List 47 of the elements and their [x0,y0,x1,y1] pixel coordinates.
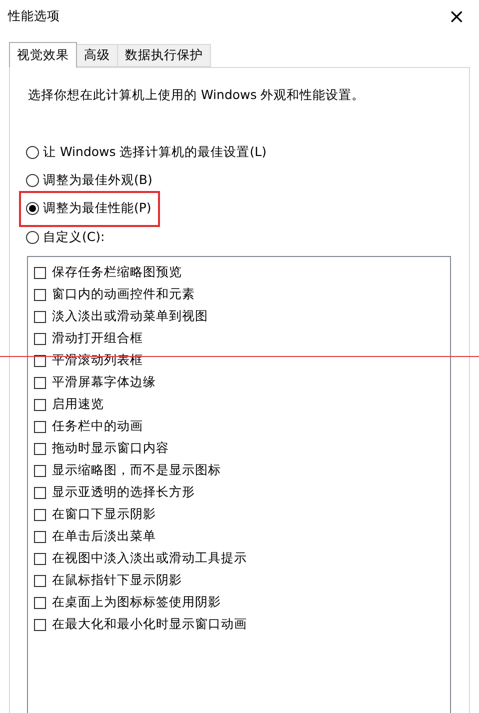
checkbox-option[interactable]: 显示亚透明的选择长方形 [34,482,450,504]
checkbox[interactable] [34,508,46,521]
checkbox-option[interactable]: 在最大化和最小化时显示窗口动画 [34,614,450,636]
checkbox[interactable] [34,354,46,367]
checkbox[interactable] [34,464,46,477]
checkbox-option[interactable]: 平滑屏幕字体边缘 [34,372,450,394]
checkbox[interactable] [34,552,46,565]
checkbox-option[interactable]: 滑动打开组合框 [34,328,450,350]
checkbox-option[interactable]: 任务栏中的动画 [34,416,450,438]
tab[interactable]: 数据执行保护 [117,44,211,67]
checkbox[interactable] [34,266,46,279]
checkbox-option[interactable]: 拖动时显示窗口内容 [34,438,450,460]
checkbox-option[interactable]: 在窗口下显示阴影 [34,504,450,526]
checkbox-option[interactable]: 启用速览 [34,394,450,416]
checkbox-option[interactable]: 淡入淡出或滑动菜单到视图 [34,306,450,328]
checkbox[interactable] [34,310,46,323]
checkbox[interactable] [34,420,46,433]
radio-option[interactable]: 自定义(C): [26,228,105,247]
checkbox[interactable] [34,376,46,389]
radio-button[interactable] [26,202,39,216]
checkbox[interactable] [34,486,46,499]
checkbox[interactable] [34,288,46,301]
checkbox[interactable] [34,596,46,609]
close-button[interactable]: × [444,6,469,26]
checkbox[interactable] [34,574,46,587]
radio-button[interactable] [26,146,39,159]
window-title: 性能选项 [8,6,60,25]
tab[interactable]: 高级 [76,44,118,67]
tab[interactable]: 视觉效果 [9,42,77,68]
checkbox-option[interactable]: 保存任务栏缩略图预览 [34,262,450,284]
checkbox[interactable] [34,398,46,411]
checkbox-option[interactable]: 在桌面上为图标标签使用阴影 [34,592,450,614]
radio-button[interactable] [26,230,39,244]
radio-button[interactable] [26,174,39,187]
checkbox-option[interactable]: 在单击后淡出菜单 [34,526,450,548]
checkbox[interactable] [34,332,46,345]
radio-option[interactable]: 调整为最佳外观(B) [26,170,152,190]
description-text: 选择你想在此计算机上使用的 Windows 外观和性能设置。 [28,86,366,104]
radio-option[interactable]: 让 Windows 选择计算机的最佳设置(L) [26,142,266,162]
checkbox[interactable] [34,442,46,455]
checkbox[interactable] [34,530,46,543]
checkbox-option[interactable]: 窗口内的动画控件和元素 [34,284,450,306]
checkbox[interactable] [34,618,46,631]
checkbox-option[interactable]: 在视图中淡入淡出或滑动工具提示 [34,548,450,570]
checkbox-option[interactable]: 显示缩略图，而不是显示图标 [34,460,450,482]
radio-option[interactable]: 调整为最佳性能(P) [26,199,152,218]
checkbox-option[interactable]: 在鼠标指针下显示阴影 [34,570,450,592]
